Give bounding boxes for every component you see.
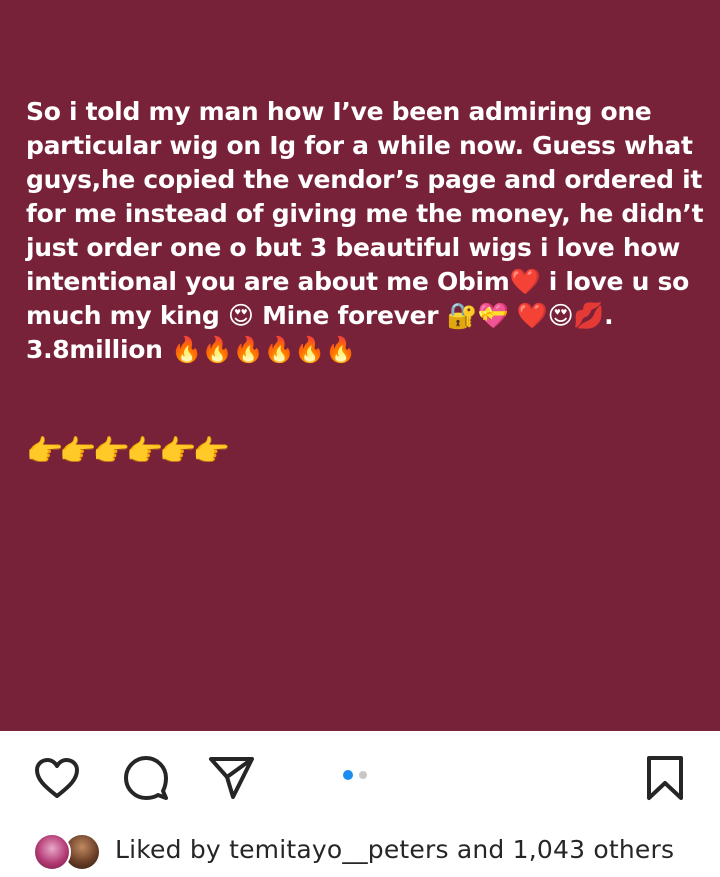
pointing-emoji-row: 👉👉👉👉👉👉 bbox=[26, 434, 230, 469]
liker-avatars bbox=[33, 829, 111, 871]
bookmark-icon bbox=[647, 756, 683, 800]
carousel-indicator bbox=[343, 770, 367, 780]
share-button[interactable] bbox=[206, 753, 256, 803]
comment-button[interactable] bbox=[121, 753, 171, 803]
post-action-bar bbox=[0, 731, 720, 821]
likes-summary[interactable]: Liked by temitayo__peters and 1,043 othe… bbox=[115, 835, 674, 864]
carousel-dot-active bbox=[343, 770, 353, 780]
heart-outline-icon bbox=[35, 758, 79, 798]
carousel-dot bbox=[359, 771, 367, 779]
avatar[interactable] bbox=[33, 833, 71, 871]
save-button[interactable] bbox=[640, 753, 690, 803]
post-image[interactable]: So i told my man how I’ve been admiring … bbox=[0, 0, 720, 731]
like-button[interactable] bbox=[32, 753, 82, 803]
liked-by-username-link[interactable]: temitayo__peters bbox=[229, 835, 449, 864]
post-caption-text: So i told my man how I’ve been admiring … bbox=[26, 97, 704, 364]
likes-row: Liked by temitayo__peters and 1,043 othe… bbox=[0, 821, 720, 877]
liked-by-others-link[interactable]: and 1,043 others bbox=[449, 835, 674, 864]
liked-by-prefix: Liked by bbox=[115, 834, 230, 864]
paper-plane-icon bbox=[209, 757, 254, 799]
comment-bubble-icon bbox=[124, 756, 168, 800]
